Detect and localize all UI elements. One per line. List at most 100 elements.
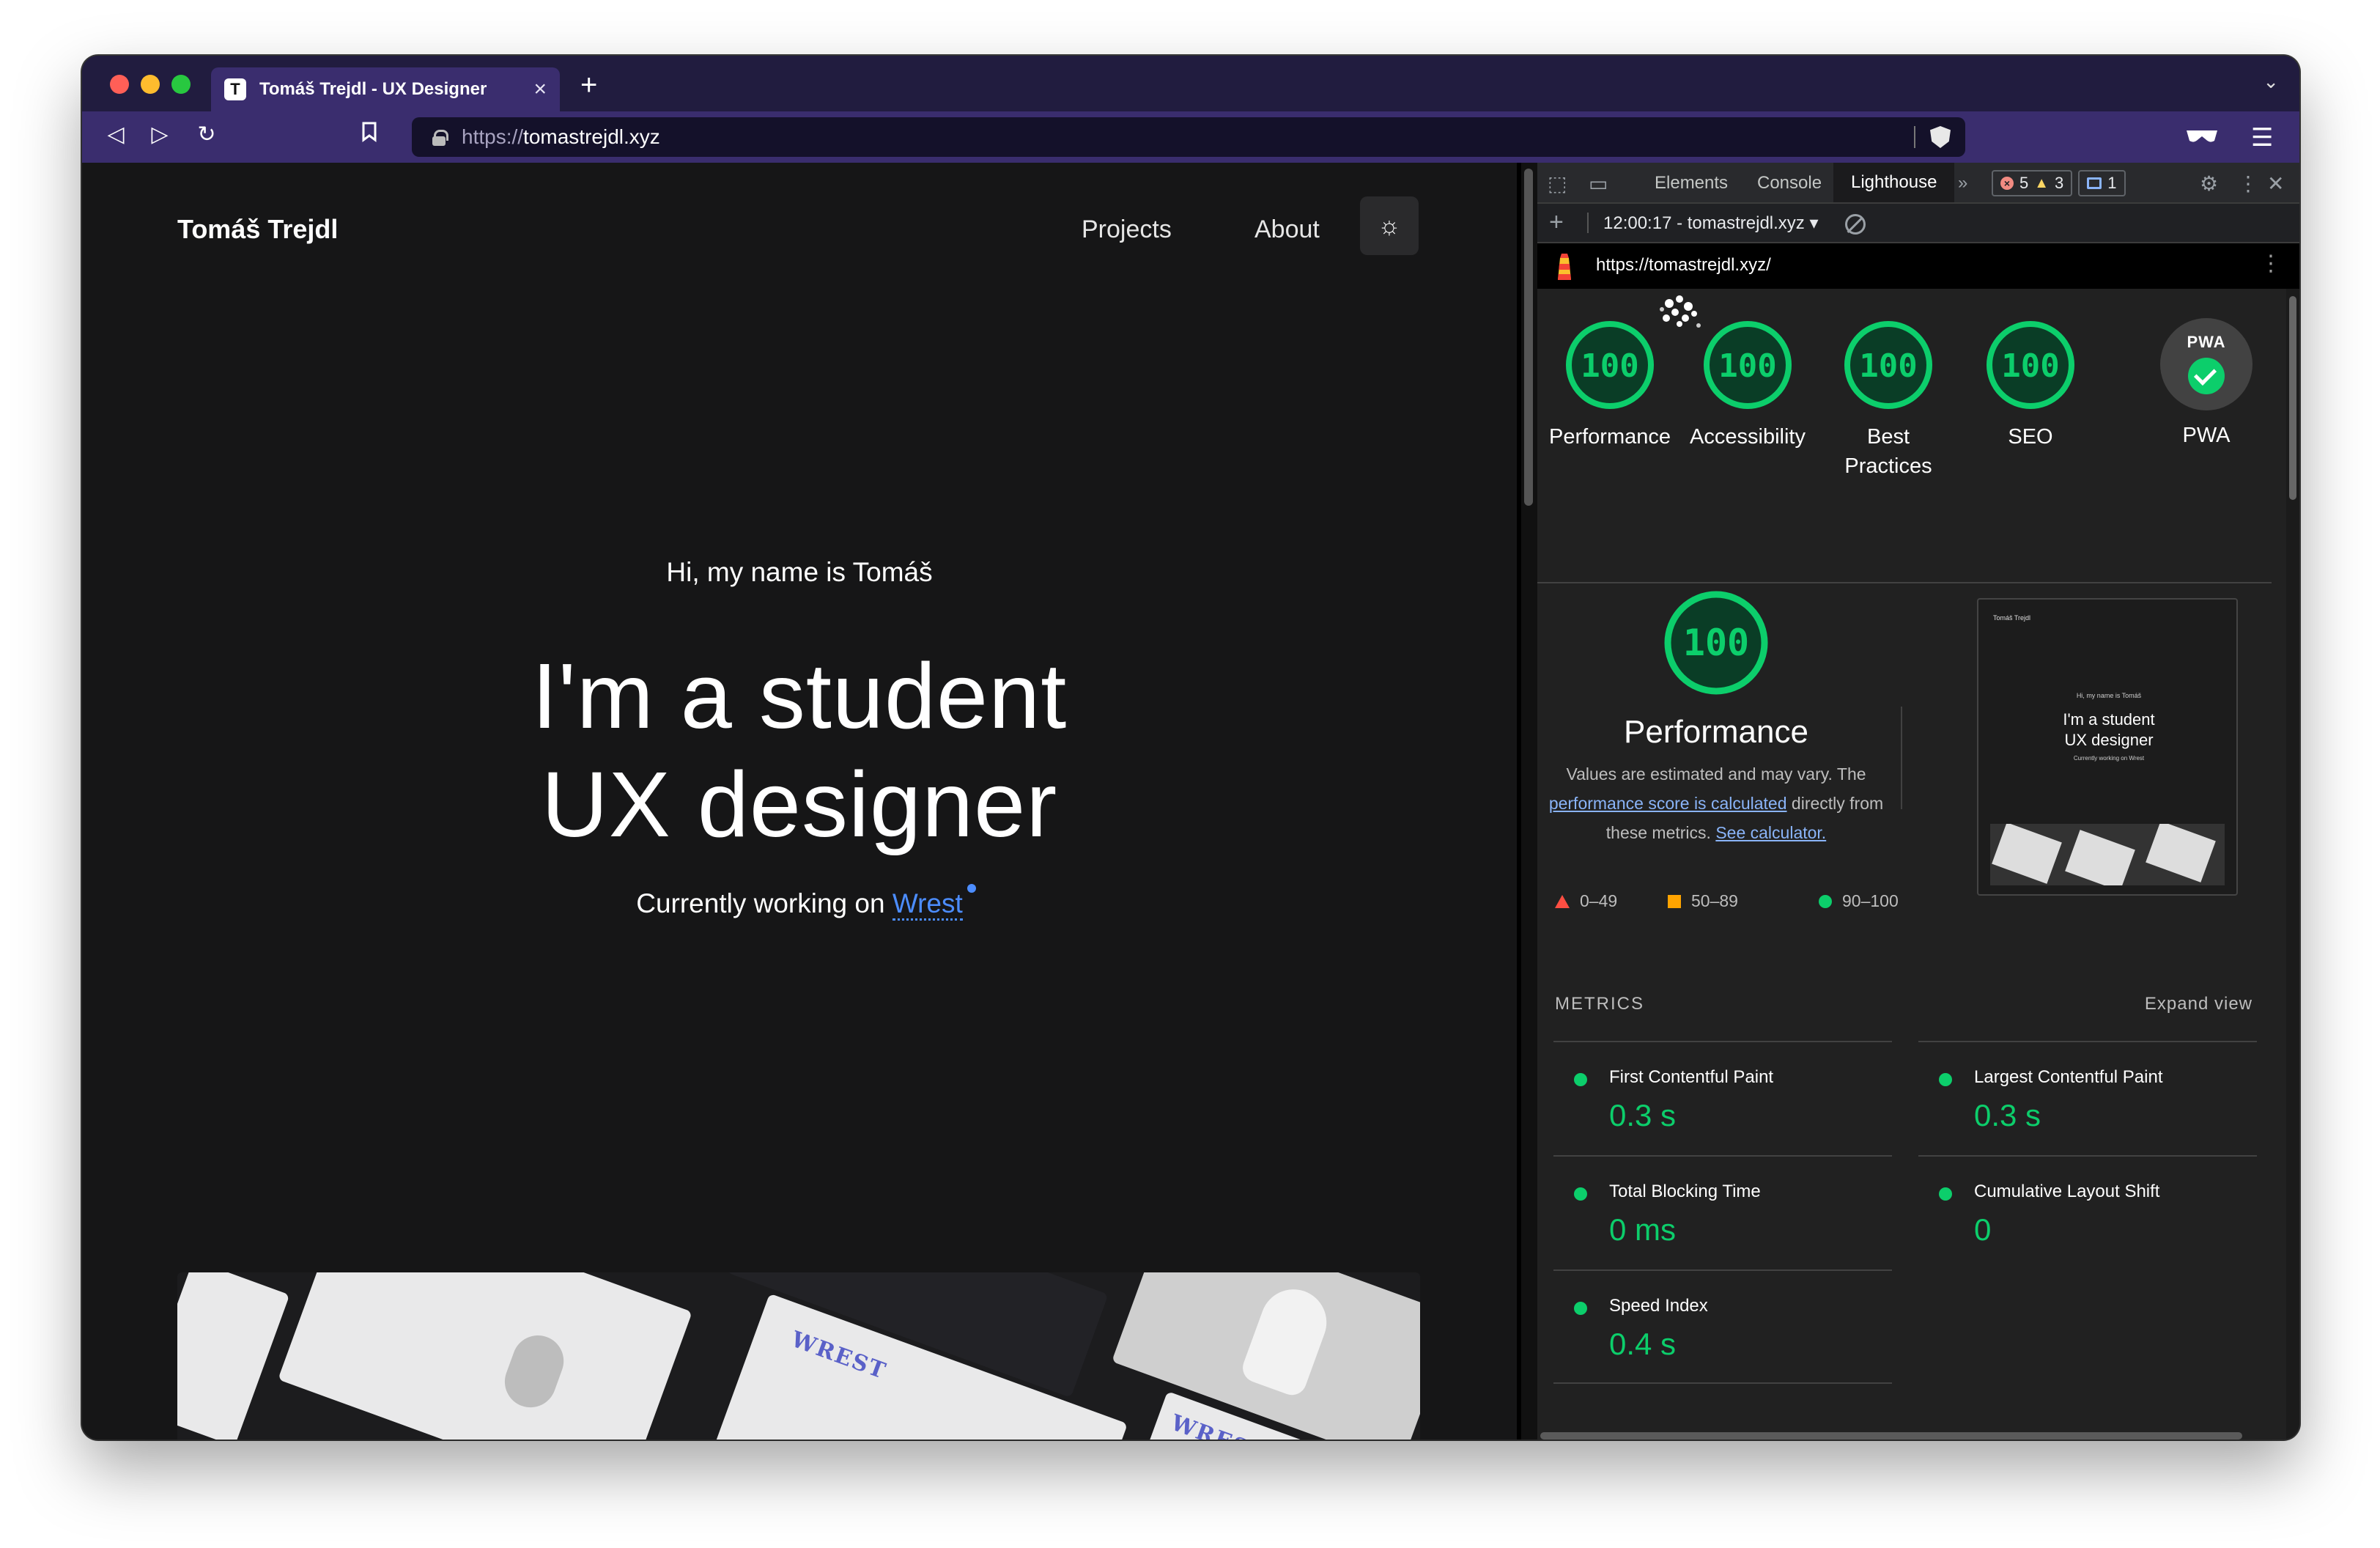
error-count-badge[interactable]: × 5 ▲ 3 xyxy=(1992,170,2073,196)
legend-label: 50–89 xyxy=(1691,891,1738,910)
lighthouse-logo-icon xyxy=(1558,254,1571,280)
metric-label: Cumulative Layout Shift xyxy=(1974,1182,2160,1201)
see-calculator-link[interactable]: See calculator. xyxy=(1715,823,1826,842)
error-icon: × xyxy=(2000,177,2014,190)
new-dot-icon xyxy=(967,884,976,893)
kebab-menu-icon[interactable]: ⋮ xyxy=(2238,172,2258,196)
legend-label: 0–49 xyxy=(1580,891,1618,910)
browser-window: T Tomáš Trejdl - UX Designer × + ⌄ ◁ ▷ ↻… xyxy=(82,56,2299,1440)
report-select-value: 12:00:17 - tomastrejdl.xyz xyxy=(1603,213,1805,233)
legend-pass: 90–100 xyxy=(1819,891,1899,911)
private-glasses-icon[interactable] xyxy=(2185,128,2219,145)
menu-icon[interactable]: ☰ xyxy=(2251,123,2273,152)
report-select[interactable]: 12:00:17 - tomastrejdl.xyz ▾ xyxy=(1603,213,1819,234)
performance-description: Values are estimated and may vary. The p… xyxy=(1537,759,1895,847)
clear-report-icon[interactable] xyxy=(1845,214,1866,235)
browser-tab[interactable]: T Tomáš Trejdl - UX Designer × xyxy=(211,67,560,111)
performance-title: Performance xyxy=(1624,714,1808,750)
thumbnail-work: Currently working on Wrest xyxy=(2073,755,2145,762)
thumbnail-image xyxy=(2146,824,2216,882)
page-scrollbar[interactable] xyxy=(1521,163,1537,1440)
tab-console[interactable]: Console xyxy=(1757,173,1822,194)
score-gauge-accessibility[interactable]: 100 Accessibility xyxy=(1678,318,1817,452)
close-window-button[interactable] xyxy=(110,75,129,94)
maximize-window-button[interactable] xyxy=(171,75,191,94)
site-logo[interactable]: Tomáš Trejdl xyxy=(177,214,338,245)
reload-icon[interactable]: ↻ xyxy=(192,122,221,147)
metric-label: First Contentful Paint xyxy=(1609,1067,1774,1087)
hero-title-line2: UX designer xyxy=(541,753,1058,856)
shield-icon[interactable] xyxy=(1930,126,1951,148)
metric-value: 0.3 s xyxy=(1974,1098,2041,1132)
toolbar-separator xyxy=(1587,213,1589,233)
thumbnail-image xyxy=(2065,830,2135,885)
tab-lighthouse[interactable]: Lighthouse xyxy=(1833,163,1955,202)
address-bar[interactable]: https://tomastrejdl.xyz xyxy=(412,117,1965,157)
browser-toolbar: ◁ ▷ ↻ https://tomastrejdl.xyz ☰ xyxy=(82,111,2299,163)
average-square-icon xyxy=(1668,894,1681,908)
message-count-badge[interactable]: 1 xyxy=(2078,170,2126,196)
score-gauge-best-practices[interactable]: 100 Best Practices xyxy=(1819,318,1958,481)
wrest-link-text: Wrest xyxy=(892,888,963,918)
report-scrollbar[interactable] xyxy=(2286,289,2299,1440)
hero-title-line1: I'm a student xyxy=(531,644,1068,748)
project-gallery[interactable]: WREST WREST WREST xyxy=(177,1272,1420,1440)
pass-circle-icon xyxy=(1574,1187,1587,1201)
pwa-badge[interactable]: PWA PWA xyxy=(2137,318,2276,450)
issue-counters[interactable]: × 5 ▲ 3 1 xyxy=(1992,170,2126,196)
score-value: 100 xyxy=(1859,347,1917,385)
message-count: 1 xyxy=(2107,174,2117,192)
gear-icon[interactable]: ⚙ xyxy=(2200,172,2218,196)
metric-si: Speed Index 0.4 s xyxy=(1553,1269,1892,1384)
new-report-icon[interactable]: + xyxy=(1549,208,1564,237)
nav-projects-link[interactable]: Projects xyxy=(1082,215,1172,244)
lighthouse-report: 100 Performance 100 Accessibility 100 Be… xyxy=(1537,289,2286,1440)
thumbnail-logo: Tomáš Trejdl xyxy=(1993,614,2031,622)
new-tab-button[interactable]: + xyxy=(580,69,597,102)
hero-title: I'm a student UX designer xyxy=(82,642,1517,859)
inspect-element-icon[interactable]: ⬚ xyxy=(1548,172,1567,196)
theme-toggle-button[interactable]: ☼ xyxy=(1360,196,1419,255)
back-icon[interactable]: ◁ xyxy=(101,122,130,147)
bookmark-icon[interactable] xyxy=(355,122,384,148)
page-scrollbar-thumb[interactable] xyxy=(1524,169,1533,506)
tab-list-chevron-icon[interactable]: ⌄ xyxy=(2263,70,2279,93)
minimize-window-button[interactable] xyxy=(141,75,160,94)
thumbnail-title-line1: I'm a student xyxy=(2063,710,2155,729)
device-toolbar-icon[interactable]: ▭ xyxy=(1589,172,1608,196)
metric-value: 0.3 s xyxy=(1609,1098,1677,1132)
check-icon xyxy=(2188,358,2225,394)
pass-circle-icon xyxy=(1939,1073,1952,1086)
tab-elements[interactable]: Elements xyxy=(1655,173,1728,194)
score-gauge-seo[interactable]: 100 SEO xyxy=(1961,318,2100,452)
horizontal-scrollbar[interactable] xyxy=(1540,1432,2242,1440)
legend-average: 50–89 xyxy=(1668,891,1738,911)
close-icon[interactable]: ✕ xyxy=(2267,172,2284,196)
tab-close-icon[interactable]: × xyxy=(533,77,547,102)
legend-label: 90–100 xyxy=(1842,891,1899,910)
report-menu-icon[interactable]: ⋮ xyxy=(2260,251,2282,276)
report-scrollbar-thumb[interactable] xyxy=(2289,296,2296,500)
report-url[interactable]: https://tomastrejdl.xyz/ xyxy=(1596,255,1771,276)
url-host: tomastrejdl.xyz xyxy=(523,125,660,148)
thumbnail-gallery xyxy=(1990,824,2225,885)
expand-view-toggle[interactable]: Expand view xyxy=(2145,994,2252,1014)
pass-circle-icon xyxy=(1819,894,1832,908)
final-screenshot[interactable]: Tomáš Trejdl Hi, my name is Tomáš I'm a … xyxy=(1977,598,2238,896)
nav-about-link[interactable]: About xyxy=(1254,215,1320,244)
score-calculated-link[interactable]: performance score is calculated xyxy=(1549,794,1787,813)
lock-icon xyxy=(432,130,448,146)
score-label: SEO xyxy=(2008,425,2053,449)
metric-value: 0 ms xyxy=(1609,1212,1677,1247)
metric-label: Largest Contentful Paint xyxy=(1974,1067,2163,1087)
pass-circle-icon xyxy=(1574,1073,1587,1086)
forward-icon[interactable]: ▷ xyxy=(145,122,174,147)
sun-icon: ☼ xyxy=(1378,211,1401,240)
error-count: 5 xyxy=(2019,174,2029,192)
wrest-link[interactable]: Wrest xyxy=(892,884,976,921)
more-tabs-icon[interactable]: » xyxy=(1958,173,1967,194)
score-label: Accessibility xyxy=(1690,425,1806,449)
web-page: Tomáš Trejdl Projects About ☼ Hi, my nam… xyxy=(82,163,1517,1440)
score-gauge-performance[interactable]: 100 Performance xyxy=(1540,318,1679,452)
score-label: Best Practices xyxy=(1844,425,1932,478)
